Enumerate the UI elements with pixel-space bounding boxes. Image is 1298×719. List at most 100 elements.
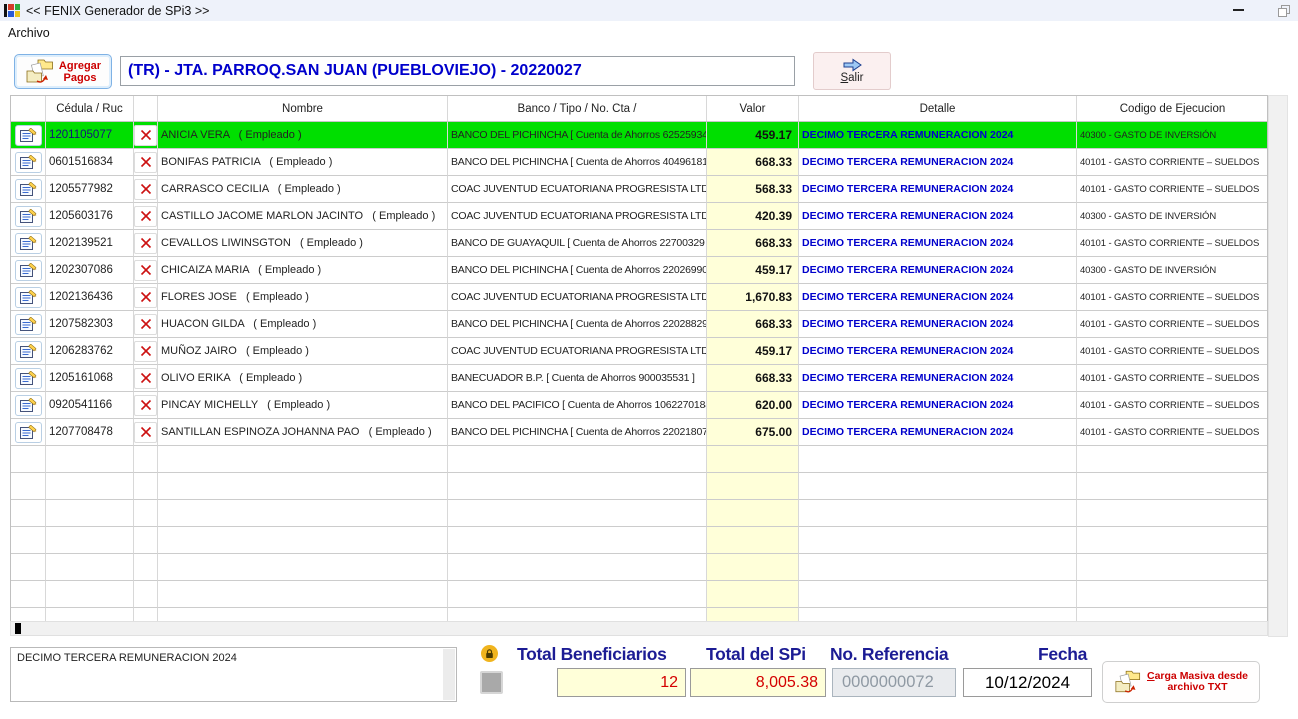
table-row[interactable]: 1202307086 CHICAIZA MARIA ( Empleado ) B… <box>11 257 1267 284</box>
delete-row-button[interactable] <box>134 422 157 443</box>
banco-cell: COAC JUVENTUD ECUATORIANA PROGRESISTA LT… <box>448 176 707 203</box>
delete-row-button[interactable] <box>134 179 157 200</box>
entity-title-field[interactable]: (TR) - JTA. PARROQ.SAN JUAN (PUEBLOVIEJO… <box>120 56 795 86</box>
detalle-scrollbar[interactable] <box>443 649 455 700</box>
table-row[interactable]: 1202136436 FLORES JOSE ( Empleado ) COAC… <box>11 284 1267 311</box>
banco-cell: BANCO DEL PACIFICO [ Cuenta de Ahorros 1… <box>448 392 707 419</box>
edit-record-button[interactable] <box>15 179 42 200</box>
nombre-cell: SANTILLAN ESPINOZA JOHANNA PAO ( Emplead… <box>158 419 448 446</box>
title-bar: << FENIX Generador de SPi3 >> <box>0 0 1298 21</box>
delete-cell <box>134 284 158 311</box>
cedula-cell: 0920541166 <box>46 392 134 419</box>
table-row[interactable]: 1205577982 CARRASCO CECILIA ( Empleado )… <box>11 176 1267 203</box>
delete-row-button[interactable] <box>134 341 157 362</box>
delete-row-button[interactable] <box>134 152 157 173</box>
edit-form-icon <box>20 209 37 224</box>
edit-record-button[interactable] <box>15 260 42 281</box>
edit-form-icon <box>20 182 37 197</box>
delete-x-icon <box>140 264 152 276</box>
nombre-cell: FLORES JOSE ( Empleado ) <box>158 284 448 311</box>
detalle-textarea[interactable]: DECIMO TERCERA REMUNERACION 2024 <box>10 647 457 702</box>
valor-cell: 459.17 <box>707 257 799 284</box>
edit-record-button[interactable] <box>15 422 42 443</box>
edit-cell <box>11 311 46 338</box>
table-row[interactable]: 0601516834 BONIFAS PATRICIA ( Empleado )… <box>11 149 1267 176</box>
delete-x-icon <box>140 345 152 357</box>
delete-cell <box>134 419 158 446</box>
edit-record-button[interactable] <box>15 368 42 389</box>
edit-record-button[interactable] <box>15 314 42 335</box>
nombre-cell: PINCAY MICHELLY ( Empleado ) <box>158 392 448 419</box>
edit-form-icon <box>20 290 37 305</box>
horizontal-scrollbar-thumb[interactable] <box>15 623 21 634</box>
table-row[interactable]: 0920541166 PINCAY MICHELLY ( Empleado ) … <box>11 392 1267 419</box>
header-delete-column <box>134 96 158 121</box>
delete-x-icon <box>140 426 152 438</box>
carga-masiva-button[interactable]: Carga Masiva desde archivo TXT <box>1102 661 1260 703</box>
agregar-pagos-label: Agregar Pagos <box>59 60 101 84</box>
payments-grid: Cédula / Ruc Nombre Banco / Tipo / No. C… <box>10 95 1268 621</box>
table-row[interactable]: 1201105077 ANICIA VERA ( Empleado ) BANC… <box>11 122 1267 149</box>
table-row[interactable]: 1206283762 MUÑOZ JAIRO ( Empleado ) COAC… <box>11 338 1267 365</box>
salir-label: Salir <box>840 72 863 84</box>
delete-cell <box>134 122 158 149</box>
table-row[interactable]: 1207708478 SANTILLAN ESPINOZA JOHANNA PA… <box>11 419 1267 446</box>
vertical-scrollbar[interactable] <box>1268 95 1288 637</box>
edit-cell <box>11 203 46 230</box>
total-spi-value: 8,005.38 <box>690 668 826 697</box>
table-row[interactable]: 1207582303 HUACON GILDA ( Empleado ) BAN… <box>11 311 1267 338</box>
cedula-cell: 1206283762 <box>46 338 134 365</box>
edit-record-button[interactable] <box>15 152 42 173</box>
codigo-cell: 40101 - GASTO CORRIENTE – SUELDOS <box>1077 338 1268 365</box>
banco-cell: BANCO DEL PICHINCHA [ Cuenta de Ahorros … <box>448 122 707 149</box>
edit-form-icon <box>20 155 37 170</box>
edit-record-button[interactable] <box>15 125 42 146</box>
delete-row-button[interactable] <box>134 287 157 308</box>
cedula-cell: 0601516834 <box>46 149 134 176</box>
edit-record-button[interactable] <box>15 287 42 308</box>
codigo-cell: 40101 - GASTO CORRIENTE – SUELDOS <box>1077 419 1268 446</box>
delete-row-button[interactable] <box>134 395 157 416</box>
edit-form-icon <box>20 398 37 413</box>
edit-form-icon <box>20 371 37 386</box>
valor-cell: 668.33 <box>707 149 799 176</box>
restore-icon[interactable] <box>1274 3 1294 19</box>
edit-record-button[interactable] <box>15 395 42 416</box>
delete-row-button[interactable] <box>134 314 157 335</box>
fecha-field[interactable]: 10/12/2024 <box>963 668 1092 697</box>
minimize-icon[interactable] <box>1228 3 1248 19</box>
table-row[interactable]: 1205161068 OLIVO ERIKA ( Empleado ) BANE… <box>11 365 1267 392</box>
header-codigo: Codigo de Ejecucion <box>1077 96 1268 121</box>
cedula-cell: 1205603176 <box>46 203 134 230</box>
nombre-cell: ANICIA VERA ( Empleado ) <box>158 122 448 149</box>
banco-cell: BANCO DEL PICHINCHA [ Cuenta de Ahorros … <box>448 419 707 446</box>
delete-x-icon <box>140 183 152 195</box>
edit-form-icon <box>20 236 37 251</box>
gray-indicator-button[interactable] <box>480 671 503 694</box>
edit-form-icon <box>20 344 37 359</box>
cedula-cell: 1207582303 <box>46 311 134 338</box>
salir-button[interactable]: Salir <box>813 52 891 90</box>
delete-row-button[interactable] <box>134 368 157 389</box>
horizontal-scrollbar[interactable] <box>10 621 1268 636</box>
detalle-cell: DECIMO TERCERA REMUNERACION 2024 <box>799 338 1077 365</box>
app-icon <box>4 3 21 18</box>
menu-item-archivo[interactable]: Archivo <box>0 24 58 42</box>
delete-row-button[interactable] <box>134 233 157 254</box>
detalle-cell: DECIMO TERCERA REMUNERACION 2024 <box>799 419 1077 446</box>
edit-record-button[interactable] <box>15 206 42 227</box>
codigo-cell: 40300 - GASTO DE INVERSIÓN <box>1077 122 1268 149</box>
delete-row-button[interactable] <box>134 260 157 281</box>
edit-cell <box>11 176 46 203</box>
edit-cell <box>11 392 46 419</box>
delete-row-button[interactable] <box>134 125 157 146</box>
agregar-pagos-button[interactable]: Agregar Pagos <box>14 54 112 89</box>
delete-row-button[interactable] <box>134 206 157 227</box>
table-row[interactable]: 1205603176 CASTILLO JACOME MARLON JACINT… <box>11 203 1267 230</box>
delete-x-icon <box>140 372 152 384</box>
edit-record-button[interactable] <box>15 233 42 254</box>
edit-record-button[interactable] <box>15 341 42 362</box>
header-valor: Valor <box>707 96 799 121</box>
delete-cell <box>134 392 158 419</box>
table-row[interactable]: 1202139521 CEVALLOS LIWINSGTON ( Emplead… <box>11 230 1267 257</box>
